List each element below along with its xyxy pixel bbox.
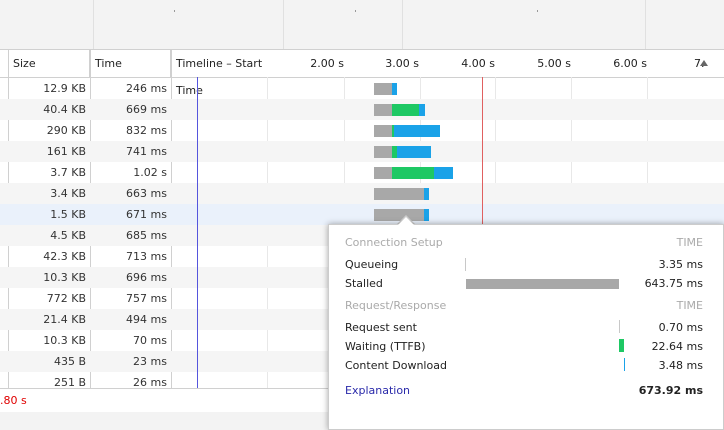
stalled-value: 643.75 ms bbox=[644, 277, 703, 290]
table-row[interactable]: 1.5 KB 671 ms bbox=[0, 204, 724, 225]
overview-strip[interactable] bbox=[0, 0, 724, 50]
waterfall-download-bar bbox=[394, 125, 440, 137]
size-cell: 772 KB bbox=[46, 292, 86, 305]
waiting-ttfb-label: Waiting (TTFB) bbox=[345, 340, 426, 353]
time-cell: 713 ms bbox=[126, 250, 167, 263]
size-cell: 290 KB bbox=[46, 124, 86, 137]
size-cell: 4.5 KB bbox=[50, 229, 86, 242]
request-sent-bar bbox=[619, 320, 620, 333]
time-cell: 741 ms bbox=[126, 145, 167, 158]
size-cell: 3.4 KB bbox=[50, 187, 86, 200]
size-cell: 1.5 KB bbox=[50, 208, 86, 221]
overview-gridline bbox=[93, 0, 94, 49]
sort-ascending-icon[interactable] bbox=[700, 60, 708, 66]
overview-marker bbox=[174, 10, 175, 12]
time-cell: 663 ms bbox=[126, 187, 167, 200]
table-row[interactable]: 3.7 KB 1.02 s bbox=[0, 162, 724, 183]
waterfall-download-bar bbox=[424, 188, 429, 200]
content-download-value: 3.48 ms bbox=[658, 359, 703, 372]
column-header-size[interactable]: Size bbox=[8, 50, 90, 77]
column-header-time[interactable]: Time bbox=[90, 50, 171, 77]
status-finish-time: .80 s bbox=[0, 394, 27, 407]
column-header-time-label: Time bbox=[95, 57, 122, 70]
column-header-size-label: Size bbox=[13, 57, 36, 70]
tooltip-time-header-2: TIME bbox=[676, 299, 703, 312]
total-time: 673.92 ms bbox=[638, 384, 703, 397]
waterfall-download-bar bbox=[392, 83, 397, 95]
table-row[interactable]: 12.9 KB 246 ms bbox=[0, 78, 724, 99]
overview-marker bbox=[537, 10, 538, 12]
timeline-tick-label: 3.00 s bbox=[385, 57, 419, 70]
timing-tooltip: Connection Setup TIME Queueing 3.35 ms S… bbox=[328, 224, 724, 430]
column-header-timeline[interactable]: Timeline – Start Time bbox=[171, 50, 291, 97]
queueing-value: 3.35 ms bbox=[658, 258, 703, 271]
overview-gridline bbox=[283, 0, 284, 49]
dom-content-loaded-line bbox=[197, 77, 198, 388]
time-cell: 23 ms bbox=[133, 355, 167, 368]
content-download-bar bbox=[624, 358, 625, 371]
request-sent-value: 0.70 ms bbox=[658, 321, 703, 334]
waterfall-stalled-bar bbox=[374, 167, 392, 179]
waterfall-stalled-bar bbox=[374, 125, 392, 137]
overview-marker bbox=[355, 10, 356, 12]
stalled-bar bbox=[466, 279, 619, 289]
waterfall-waiting-bar bbox=[392, 167, 434, 179]
timeline-tick-label: 4.00 s bbox=[461, 57, 495, 70]
tooltip-section-request-response: Request/Response bbox=[345, 299, 447, 312]
time-cell: 1.02 s bbox=[133, 166, 167, 179]
explanation-link[interactable]: Explanation bbox=[345, 384, 410, 397]
time-cell: 494 ms bbox=[126, 313, 167, 326]
size-cell: 10.3 KB bbox=[43, 334, 86, 347]
timeline-tick-label: 5.00 s bbox=[537, 57, 571, 70]
request-sent-label: Request sent bbox=[345, 321, 417, 334]
waterfall-stalled-bar bbox=[374, 146, 392, 158]
waterfall-download-bar bbox=[397, 146, 431, 158]
table-row[interactable]: 3.4 KB 663 ms bbox=[0, 183, 724, 204]
size-cell: 40.4 KB bbox=[43, 103, 86, 116]
waterfall-stalled-bar bbox=[374, 104, 392, 116]
size-cell: 161 KB bbox=[46, 145, 86, 158]
waterfall-download-bar bbox=[419, 104, 425, 116]
tooltip-section-connection-setup: Connection Setup bbox=[345, 236, 443, 249]
waiting-ttfb-value: 22.64 ms bbox=[651, 340, 703, 353]
size-cell: 42.3 KB bbox=[43, 250, 86, 263]
time-cell: 70 ms bbox=[133, 334, 167, 347]
size-cell: 21.4 KB bbox=[43, 313, 86, 326]
table-row[interactable]: 40.4 KB 669 ms bbox=[0, 99, 724, 120]
time-cell: 685 ms bbox=[126, 229, 167, 242]
content-download-label: Content Download bbox=[345, 359, 447, 372]
waterfall-stalled-bar bbox=[374, 83, 392, 95]
table-row[interactable]: 290 KB 832 ms bbox=[0, 120, 724, 141]
waiting-ttfb-bar bbox=[619, 339, 624, 352]
tooltip-time-header: TIME bbox=[676, 236, 703, 249]
tooltip-arrow-fill bbox=[397, 217, 415, 226]
time-cell: 671 ms bbox=[126, 208, 167, 221]
time-cell: 669 ms bbox=[126, 103, 167, 116]
queueing-bar bbox=[465, 258, 466, 271]
waterfall-download-bar bbox=[424, 209, 429, 221]
waterfall-download-bar bbox=[434, 167, 453, 179]
timeline-tick-label: 2.00 s bbox=[310, 57, 344, 70]
table-row[interactable]: 161 KB 741 ms bbox=[0, 141, 724, 162]
size-cell: 3.7 KB bbox=[50, 166, 86, 179]
timeline-tick-label: 6.00 s bbox=[613, 57, 647, 70]
time-cell: 246 ms bbox=[126, 82, 167, 95]
size-cell: 12.9 KB bbox=[43, 82, 86, 95]
size-cell: 435 B bbox=[53, 355, 86, 368]
queueing-label: Queueing bbox=[345, 258, 399, 271]
time-cell: 757 ms bbox=[126, 292, 167, 305]
time-cell: 696 ms bbox=[126, 271, 167, 284]
waterfall-stalled-bar bbox=[374, 188, 424, 200]
table-header: Size Time Timeline – Start Time 2.00 s 3… bbox=[0, 50, 724, 97]
time-cell: 832 ms bbox=[126, 124, 167, 137]
size-cell: 10.3 KB bbox=[43, 271, 86, 284]
overview-gridline bbox=[645, 0, 646, 49]
overview-gridline bbox=[402, 0, 403, 49]
waterfall-waiting-bar bbox=[392, 104, 419, 116]
stalled-label: Stalled bbox=[345, 277, 383, 290]
timeline-tick-label: 7. bbox=[694, 57, 705, 70]
